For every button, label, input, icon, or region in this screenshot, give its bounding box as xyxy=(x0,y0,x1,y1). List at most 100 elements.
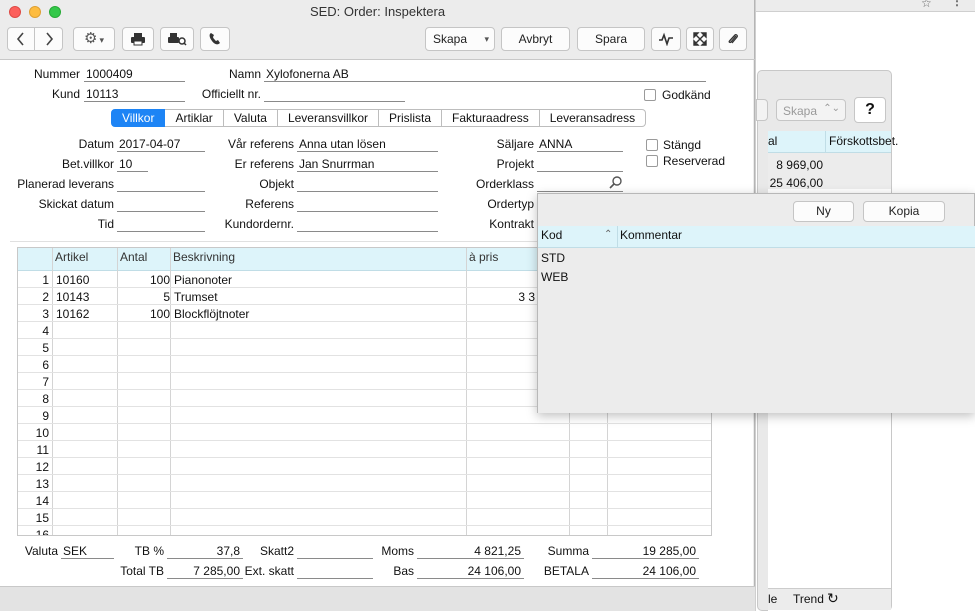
table-row[interactable]: 10 xyxy=(18,424,711,441)
back-button[interactable] xyxy=(7,27,35,51)
kopia-button[interactable]: Kopia xyxy=(863,201,945,222)
reserverad-label: Reserverad xyxy=(663,154,726,168)
reserverad-checkbox[interactable] xyxy=(646,155,658,167)
zoom-icon[interactable] xyxy=(49,6,61,18)
referens-field[interactable] xyxy=(297,197,438,212)
column-header-antal[interactable]: Antal xyxy=(120,250,147,264)
actions-menu-button[interactable]: ⚙ ▾ xyxy=(73,27,115,51)
tab-fakturaadress[interactable]: Fakturaadress xyxy=(442,109,540,127)
projekt-field[interactable] xyxy=(537,157,623,172)
close-icon[interactable] xyxy=(9,6,21,18)
datum-field[interactable]: 2017-04-07 xyxy=(117,137,205,152)
kundordernr-field[interactable] xyxy=(297,217,438,232)
table-cell-row-number: 6 xyxy=(42,358,49,372)
table-cell-row-number: 15 xyxy=(35,511,49,525)
objekt-field[interactable] xyxy=(297,177,438,192)
secondary-footer-col: le xyxy=(768,592,778,606)
minimize-icon[interactable] xyxy=(29,6,41,18)
phone-button[interactable] xyxy=(200,27,230,51)
tab-leveransadress[interactable]: Leveransadress xyxy=(539,109,647,127)
nummer-field[interactable]: 1000409 xyxy=(84,67,185,82)
table-cell-antal[interactable]: 100 xyxy=(150,307,170,321)
tab-villkor[interactable]: Villkor xyxy=(111,109,166,127)
table-row[interactable]: 12 xyxy=(18,458,711,475)
ny-button[interactable]: Ny xyxy=(793,201,854,222)
print-preview-button[interactable] xyxy=(160,27,194,51)
table-row[interactable]: 13 xyxy=(18,475,711,492)
table-cell-pris[interactable]: 3 3 xyxy=(518,290,535,304)
stangd-checkbox[interactable] xyxy=(646,139,658,151)
more-icon[interactable]: ⋮ xyxy=(951,0,963,8)
skickat-datum-field[interactable] xyxy=(117,197,205,212)
table-cell-beskrivning[interactable]: Trumset xyxy=(174,290,218,304)
var-referens-field[interactable]: Anna utan lösen xyxy=(297,137,438,152)
table-cell-artikel[interactable]: 10143 xyxy=(56,290,89,304)
secondary-skapa-select[interactable]: Skapa ⌃⌄ xyxy=(776,99,846,121)
er-referens-field[interactable]: Jan Snurrman xyxy=(297,157,438,172)
saljare-field[interactable]: ANNA xyxy=(537,137,623,152)
tab-valuta[interactable]: Valuta xyxy=(223,109,278,127)
forward-button[interactable] xyxy=(35,27,63,51)
table-cell-artikel[interactable]: 10160 xyxy=(56,273,89,287)
spara-button[interactable]: Spara xyxy=(577,27,645,51)
table-cell-row-number: 10 xyxy=(35,426,49,440)
table-row[interactable]: 14 xyxy=(18,492,711,509)
print-preview-icon xyxy=(168,33,187,46)
chevron-down-icon: ▾ xyxy=(484,34,489,44)
fullscreen-button[interactable] xyxy=(686,27,714,51)
print-button[interactable] xyxy=(122,27,154,51)
column-header-artikel[interactable]: Artikel xyxy=(55,250,88,264)
list-item[interactable]: STD xyxy=(541,251,617,268)
printer-icon xyxy=(131,33,145,46)
tab-prislista[interactable]: Prislista xyxy=(379,109,443,127)
list-item[interactable]: WEB xyxy=(541,270,617,287)
godkand-checkbox[interactable] xyxy=(644,89,656,101)
betvillkor-field[interactable]: 10 xyxy=(117,157,148,172)
code-picker-popup: Ny Kopia Kod ⌃ Kommentar STD WEB xyxy=(537,193,975,413)
table-row[interactable]: 11 xyxy=(18,441,711,458)
table-cell-artikel[interactable]: 10162 xyxy=(56,307,89,321)
search-icon[interactable] xyxy=(609,175,623,189)
table-cell-row-number: 12 xyxy=(35,460,49,474)
betala-label: BETALA xyxy=(543,564,589,578)
kund-field[interactable]: 10113 xyxy=(84,87,185,102)
officiellt-field[interactable] xyxy=(264,87,405,102)
betala-field[interactable]: 24 106,00 xyxy=(592,564,699,579)
ext-skatt-field[interactable] xyxy=(297,564,373,579)
attachment-button[interactable] xyxy=(719,27,747,51)
tab-artiklar[interactable]: Artiklar xyxy=(165,109,224,127)
namn-field[interactable]: Xylofonerna AB xyxy=(264,67,706,82)
valuta-field[interactable]: SEK xyxy=(61,544,114,559)
help-button[interactable]: ? xyxy=(854,97,886,123)
refresh-icon[interactable]: ↻ xyxy=(827,590,839,607)
column-header-beskrivning[interactable]: Beskrivning xyxy=(173,250,235,264)
secondary-column-header[interactable]: Förskottsbet. xyxy=(829,134,898,148)
skatt2-field[interactable] xyxy=(297,544,373,559)
planerad-leverans-field[interactable] xyxy=(117,177,205,192)
table-cell-antal[interactable]: 100 xyxy=(150,273,170,287)
tab-leveransvillkor[interactable]: Leveransvillkor xyxy=(277,109,379,127)
total-tb-field[interactable]: 7 285,00 xyxy=(167,564,243,579)
column-header-kommentar[interactable]: Kommentar xyxy=(620,228,682,242)
tb-pct-field[interactable]: 37,8 xyxy=(167,544,243,559)
table-row[interactable]: 16 xyxy=(18,526,711,535)
table-row[interactable]: 15 xyxy=(18,509,711,526)
table-cell-beskrivning[interactable]: Blockflöjtnoter xyxy=(174,307,249,321)
secondary-column-header[interactable]: al xyxy=(768,134,777,148)
tid-field[interactable] xyxy=(117,217,205,232)
moms-field[interactable]: 4 821,25 xyxy=(417,544,524,559)
column-header-kod[interactable]: Kod xyxy=(541,228,562,242)
stangd-label: Stängd xyxy=(663,138,702,152)
secondary-button[interactable] xyxy=(756,99,768,121)
skapa-select[interactable]: Skapa ▾ xyxy=(425,27,495,51)
summa-field[interactable]: 19 285,00 xyxy=(592,544,699,559)
activity-button[interactable] xyxy=(651,27,681,51)
skatt2-label: Skatt2 xyxy=(259,544,294,558)
secondary-table-rows: 8 969,00 25 406,00 xyxy=(768,153,891,190)
avbryt-button[interactable]: Avbryt xyxy=(501,27,570,51)
bas-field[interactable]: 24 106,00 xyxy=(417,564,524,579)
table-cell-antal[interactable]: 5 xyxy=(163,290,170,304)
star-icon[interactable]: ☆ xyxy=(921,0,932,10)
table-cell-beskrivning[interactable]: Pianonoter xyxy=(174,273,232,287)
column-header-pris[interactable]: à pris xyxy=(469,250,498,264)
